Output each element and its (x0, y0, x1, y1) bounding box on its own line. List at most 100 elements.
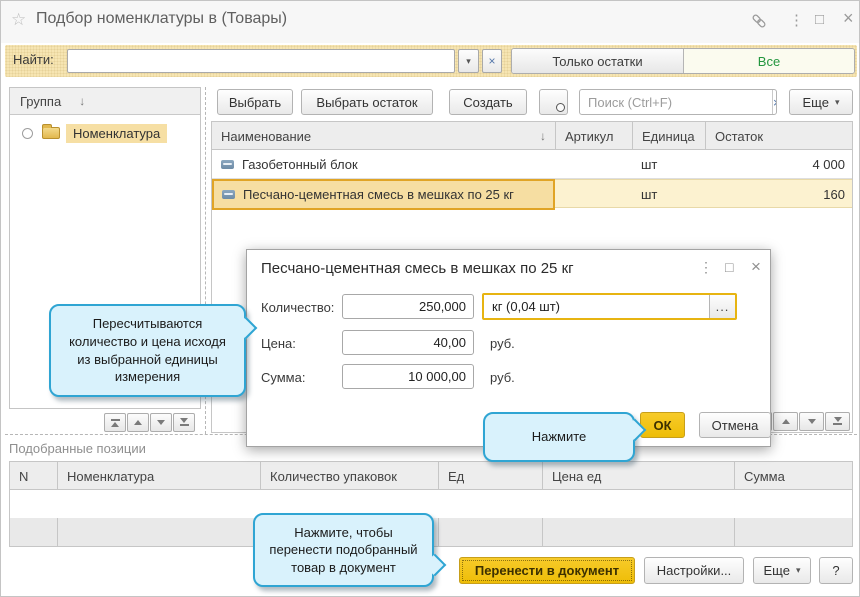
chevron-down-icon: ▾ (834, 96, 840, 107)
group-header-label: Группа (20, 93, 62, 109)
list-search-box: × (579, 89, 777, 115)
column-header-ed[interactable]: Ед (438, 462, 542, 490)
search-clear-button[interactable]: × (772, 90, 776, 114)
maximize-icon[interactable]: □ (815, 11, 824, 28)
sort-down-icon: ↓ (79, 94, 86, 108)
column-label: Цена ед (552, 468, 602, 484)
favorite-star-icon[interactable]: ☆ (11, 10, 26, 30)
column-header-unit-price[interactable]: Цена ед (542, 462, 734, 490)
unit-value: кг (0,04 шт) (492, 299, 560, 314)
column-header-nomenklatura[interactable]: Номенклатура (57, 462, 260, 490)
select-stock-button[interactable]: Выбрать остаток (301, 89, 433, 115)
column-header-article[interactable]: Артикул (555, 122, 632, 150)
item-unit: шт (641, 187, 658, 202)
close-icon[interactable]: × (843, 8, 854, 29)
column-label: Сумма (744, 468, 785, 484)
selected-items-title: Подобранные позиции (9, 441, 146, 456)
find-label: Найти: (13, 52, 54, 67)
price-input[interactable] (342, 330, 474, 355)
settings-button[interactable]: Настройки... (644, 557, 744, 584)
bar-icon (110, 419, 120, 421)
callout-text: Нажмите (531, 429, 587, 445)
item-article (555, 150, 632, 179)
group-column-header[interactable]: Группа ↓ (10, 88, 200, 115)
column-header-sum[interactable]: Сумма (734, 462, 852, 490)
list-scroll-up-button[interactable] (773, 412, 798, 431)
unit-field[interactable]: кг (0,04 шт) ... (482, 293, 737, 320)
quantity-input[interactable] (342, 294, 474, 319)
callout-arrow (423, 553, 447, 577)
item-name: Газобетонный блок (242, 157, 358, 172)
bar-icon (833, 423, 842, 425)
tree-item-nomenklatura[interactable]: Номенклатура (10, 121, 200, 145)
item-stock: 4 000 (812, 157, 845, 172)
help-button[interactable]: ? (819, 557, 853, 584)
cancel-button[interactable]: Отмена (699, 412, 771, 438)
quantity-label: Количество: (261, 300, 335, 315)
barcode-scan-button[interactable] (539, 89, 568, 115)
column-header-unit[interactable]: Единица (632, 122, 705, 150)
ok-button[interactable]: ОК (640, 412, 685, 438)
folder-icon (42, 124, 60, 139)
column-label: Артикул (565, 128, 614, 144)
item-unit: шт (641, 157, 658, 172)
column-label: Номенклатура (67, 468, 155, 484)
more-label: Еще (802, 94, 829, 110)
triangle-up-icon (134, 420, 142, 425)
sum-currency: руб. (490, 370, 515, 385)
column-label: Единица (642, 128, 695, 144)
triangle-up-icon (781, 419, 790, 424)
list-scroll-last-button[interactable] (825, 412, 850, 431)
find-input[interactable] (67, 49, 455, 73)
item-row-cement-mix-selected[interactable]: Песчано-цементная смесь в мешках по 25 к… (212, 179, 852, 210)
column-label: Количество упаковок (270, 468, 397, 484)
list-search-input[interactable] (580, 94, 772, 110)
tree-scroll-first-button[interactable] (104, 413, 126, 432)
find-clear-button[interactable]: × (482, 49, 502, 73)
item-name: Песчано-цементная смесь в мешках по 25 к… (243, 187, 514, 202)
triangle-down-icon (180, 418, 188, 423)
footer-more-button[interactable]: Еще ▾ (753, 557, 811, 584)
dialog-close-icon[interactable]: × (751, 257, 761, 277)
triangle-down-icon (807, 419, 816, 424)
transfer-to-document-button[interactable]: Перенести в документ (459, 557, 635, 584)
triangle-down-icon (833, 417, 842, 422)
window-title: Подбор номенклатуры в (Товары) (36, 10, 288, 27)
create-button[interactable]: Создать (449, 89, 527, 115)
selected-table-header: N Номенклатура Количество упаковок Ед Це… (10, 462, 852, 490)
dialog-menu-icon[interactable]: ⋮ (699, 259, 713, 276)
window-menu-icon[interactable]: ⋮ (789, 11, 804, 29)
title-bar: ☆ Подбор номенклатуры в (Товары) ⋮ □ × (1, 1, 859, 43)
list-scroll-down-button[interactable] (799, 412, 824, 431)
selection-window: ☆ Подбор номенклатуры в (Товары) ⋮ □ × Н… (0, 0, 860, 597)
more-label: Еще (763, 563, 790, 578)
item-article (555, 180, 632, 209)
tree-scroll-last-button[interactable] (173, 413, 195, 432)
item-row-gas-block[interactable]: Газобетонный блок шт 4 000 (212, 150, 852, 179)
column-header-n[interactable]: N (10, 462, 57, 490)
list-more-button[interactable]: Еще ▾ (789, 89, 853, 115)
sum-input[interactable] (342, 364, 474, 389)
only-stock-button[interactable]: Только остатки (512, 49, 684, 73)
column-header-stock[interactable]: Остаток (705, 122, 854, 150)
tree-scroll-up-button[interactable] (127, 413, 149, 432)
callout-recalc: Пересчитываются количество и цена исходя… (49, 304, 258, 397)
item-icon (222, 190, 235, 199)
tree-expand-icon[interactable] (22, 127, 33, 139)
unit-select-button[interactable]: ... (709, 295, 735, 318)
empty-row[interactable] (10, 490, 852, 518)
item-icon (221, 160, 234, 169)
tree-scroll-down-button[interactable] (150, 413, 172, 432)
select-button[interactable]: Выбрать (217, 89, 293, 115)
dialog-maximize-icon[interactable]: □ (725, 259, 733, 275)
copy-link-icon[interactable] (751, 13, 767, 33)
triangle-down-icon (157, 420, 165, 425)
callout-text: Пересчитываются количество и цена исходя… (69, 316, 226, 385)
item-stock: 160 (823, 187, 845, 202)
column-header-pack-quantity[interactable]: Количество упаковок (260, 462, 438, 490)
chevron-down-icon: ▾ (795, 565, 801, 575)
all-button[interactable]: Все (684, 49, 854, 73)
column-label: Наименование (221, 128, 312, 144)
find-dropdown-button[interactable]: ▾ (458, 49, 479, 73)
column-header-name[interactable]: Наименование ↓ (212, 122, 555, 150)
